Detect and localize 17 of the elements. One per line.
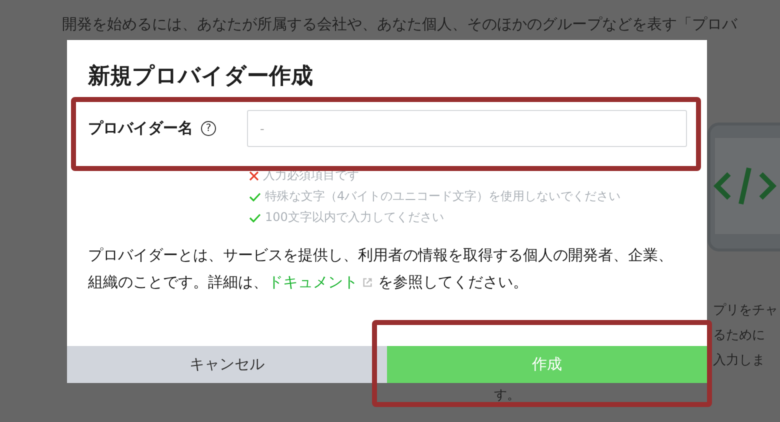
intro-text: 開発を始めるには、あなたが所属する会社や、あなた個人、そのほかのグループなどを表す「プロバ bbox=[61, 14, 738, 34]
help-icon[interactable]: ? bbox=[201, 121, 216, 136]
check-icon bbox=[249, 192, 261, 202]
background-text: るために bbox=[713, 327, 766, 345]
background-text: プリをチャ bbox=[713, 302, 778, 320]
background-text: す。 bbox=[494, 387, 520, 404]
background-text: 入力しま bbox=[713, 352, 766, 370]
field-label: プロバイダー名 bbox=[88, 119, 193, 138]
check-icon bbox=[249, 212, 261, 222]
external-link-icon bbox=[362, 277, 373, 288]
cancel-button[interactable]: キャンセル bbox=[67, 346, 387, 383]
rule-text: 特殊な文字（4バイトのユニコード文字）を使用しないでください bbox=[265, 188, 621, 205]
dialog-title: 新規プロバイダー作成 bbox=[88, 63, 314, 91]
rule-text: 100文字以内で入力してください bbox=[265, 209, 444, 226]
cross-icon bbox=[249, 170, 259, 180]
provider-name-field[interactable]: - bbox=[247, 110, 687, 147]
description-text: プロバイダーとは、サービスを提供し、利用者の情報を取得する個人の開発者、企業、組織のことです。詳細は、ドキュメント を参照してください。 bbox=[88, 245, 674, 293]
